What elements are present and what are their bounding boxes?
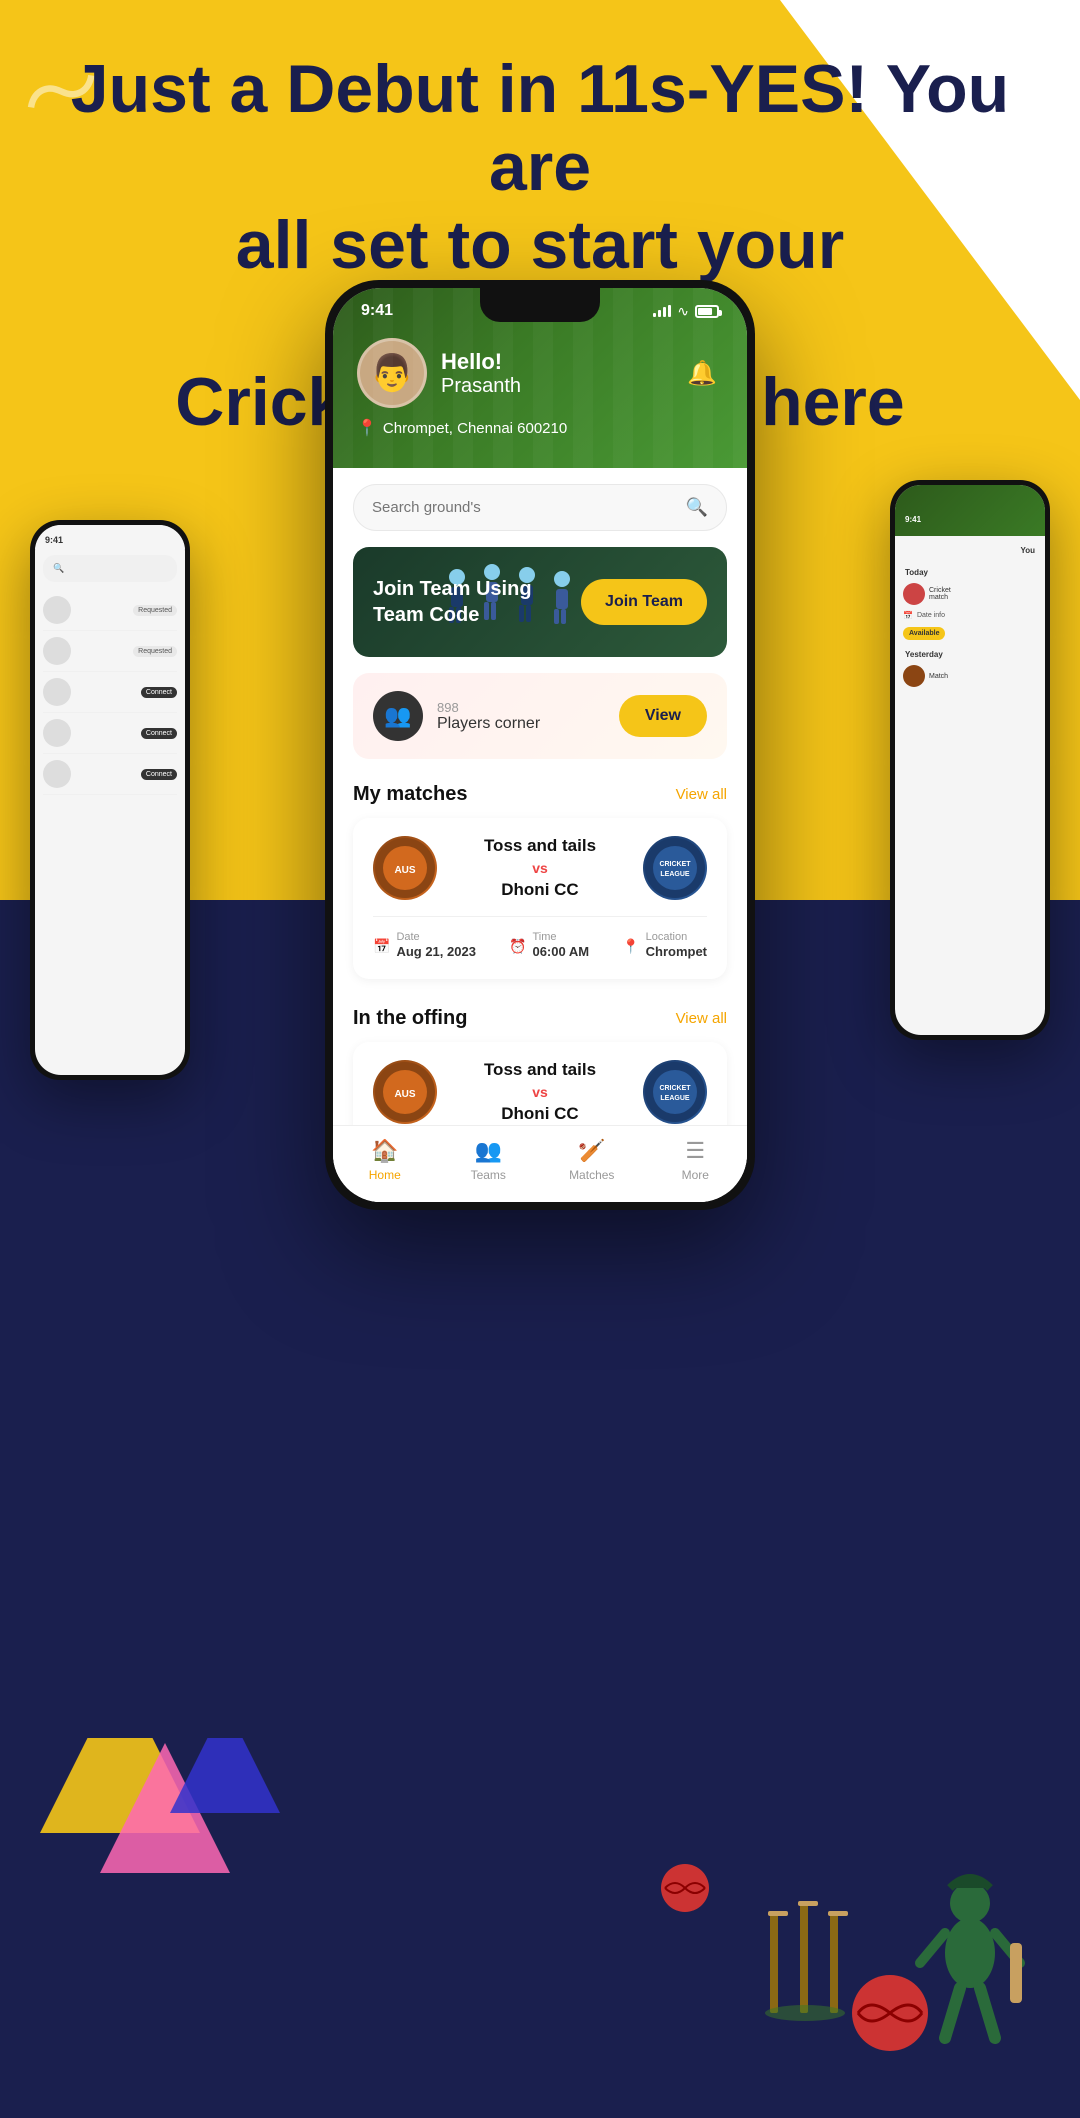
my-matches-title: My matches bbox=[353, 783, 468, 806]
team2-logo-2: CRICKET LEAGUE bbox=[643, 1060, 707, 1124]
search-input[interactable] bbox=[372, 499, 676, 516]
match-card-1[interactable]: AUS Toss and tails vs Dhoni CC bbox=[353, 818, 727, 979]
status-icons: ∿ bbox=[653, 303, 719, 320]
you-label: You bbox=[1020, 546, 1035, 555]
list-item: Connect bbox=[43, 672, 177, 713]
svg-text:LEAGUE: LEAGUE bbox=[660, 1095, 690, 1102]
connect-badge[interactable]: Connect bbox=[141, 728, 177, 739]
team2-name: Dhoni CC bbox=[484, 880, 596, 900]
wifi-icon: ∿ bbox=[677, 303, 689, 320]
available-btn[interactable]: Available bbox=[903, 627, 945, 640]
join-team-button[interactable]: Join Team bbox=[581, 579, 707, 625]
greeting-hello: Hello! bbox=[441, 349, 521, 375]
app-content[interactable]: 👨 Hello! Prasanth 🔔 📍 Chrompet, Chennai … bbox=[333, 288, 747, 1202]
list-item: Requested bbox=[43, 631, 177, 672]
bottom-navigation: 🏠 Home 👥 Teams 🏏 Matches ☰ More bbox=[333, 1125, 747, 1202]
nav-teams-label: Teams bbox=[471, 1168, 506, 1182]
players-corner-icon: 👥 bbox=[373, 691, 423, 741]
side-left-time: 9:41 bbox=[45, 535, 63, 545]
yesterday-label: Yesterday bbox=[895, 644, 1045, 661]
nav-matches[interactable]: 🏏 Matches bbox=[540, 1138, 644, 1182]
location-text: Chrompet, Chennai 600210 bbox=[383, 420, 567, 437]
vs-text: vs bbox=[484, 860, 596, 876]
cricket-stumps-icon bbox=[760, 1883, 850, 2028]
cricket-ball-icon bbox=[660, 1863, 710, 1918]
match-time: ⏰ Time 06:00 AM bbox=[509, 931, 589, 961]
notification-bell-icon[interactable]: 🔔 bbox=[681, 352, 723, 394]
nav-home-label: Home bbox=[369, 1168, 401, 1182]
svg-text:CRICKET: CRICKET bbox=[659, 861, 691, 868]
teams-icon: 👥 bbox=[475, 1138, 502, 1164]
today-label: Today bbox=[895, 562, 1045, 579]
side-match-row: Cricketmatch bbox=[895, 579, 1045, 609]
vs-text-2: vs bbox=[484, 1084, 596, 1100]
side-right-time: 9:41 bbox=[905, 515, 1035, 524]
main-phone: 9:41 ∿ bbox=[325, 280, 755, 1210]
nav-more[interactable]: ☰ More bbox=[644, 1138, 748, 1182]
nav-home[interactable]: 🏠 Home bbox=[333, 1138, 437, 1182]
team1-name: Toss and tails bbox=[484, 836, 596, 856]
match-location: 📍 Location Chrompet bbox=[622, 931, 707, 961]
side-match-row-2: Match bbox=[895, 661, 1045, 691]
svg-text:AUS: AUS bbox=[394, 1089, 415, 1100]
nav-matches-label: Matches bbox=[569, 1168, 614, 1182]
nav-teams[interactable]: 👥 Teams bbox=[437, 1138, 541, 1182]
svg-text:LEAGUE: LEAGUE bbox=[660, 871, 690, 878]
svg-text:AUS: AUS bbox=[394, 865, 415, 876]
in-the-offing-header: In the offing View all bbox=[333, 999, 747, 1042]
side-phone-right: 9:41 You Today Cricketmatch 📅 Date info … bbox=[890, 480, 1050, 1040]
location-row: 📍 Chrompet, Chennai 600210 bbox=[357, 418, 723, 438]
location-pin-icon: 📍 bbox=[357, 418, 377, 438]
requested-badge: Requested bbox=[133, 605, 177, 616]
side-phone-left: 9:41 🔍 Requested Requested Connect bbox=[30, 520, 190, 1080]
avatar: 👨 bbox=[357, 338, 427, 408]
list-item: Requested bbox=[43, 590, 177, 631]
match-details: 📅 Date Aug 21, 2023 ⏰ Time 06: bbox=[373, 916, 707, 961]
join-team-banner: Join Team UsingTeam Code bbox=[353, 547, 727, 657]
bottom-decorations bbox=[0, 1738, 1080, 2118]
more-icon: ☰ bbox=[685, 1138, 705, 1164]
in-the-offing-view-all[interactable]: View all bbox=[676, 1010, 727, 1027]
status-time: 9:41 bbox=[361, 302, 393, 320]
my-matches-header: My matches View all bbox=[333, 775, 747, 818]
home-icon: 🏠 bbox=[371, 1138, 398, 1164]
team2-logo: CRICKET LEAGUE bbox=[643, 836, 707, 900]
connect-badge[interactable]: Connect bbox=[141, 769, 177, 780]
nav-more-label: More bbox=[682, 1168, 709, 1182]
team1-logo-2: AUS bbox=[373, 1060, 437, 1124]
players-corner-view-button[interactable]: View bbox=[619, 695, 707, 737]
search-section: 🔍 bbox=[333, 468, 747, 547]
greeting-name: Prasanth bbox=[441, 375, 521, 398]
players-corner-label: Players corner bbox=[437, 715, 540, 733]
signal-icon bbox=[653, 305, 671, 317]
battery-icon bbox=[695, 305, 719, 318]
team2-name-2: Dhoni CC bbox=[484, 1104, 596, 1124]
list-item: Connect bbox=[43, 754, 177, 795]
svg-text:CRICKET: CRICKET bbox=[659, 1085, 691, 1092]
search-icon[interactable]: 🔍 bbox=[686, 497, 708, 518]
team1-logo: AUS bbox=[373, 836, 437, 900]
blue-triangle bbox=[170, 1738, 280, 1818]
team1-name-2: Toss and tails bbox=[484, 1060, 596, 1080]
players-count-number: 898 bbox=[437, 700, 540, 715]
list-item: Connect bbox=[43, 713, 177, 754]
cricket-ball-large bbox=[850, 1973, 930, 2058]
phone-notch bbox=[480, 288, 600, 322]
side-left-search: 🔍 bbox=[43, 555, 177, 582]
join-banner-text: Join Team UsingTeam Code bbox=[373, 576, 532, 628]
requested-badge: Requested bbox=[133, 646, 177, 657]
search-bar[interactable]: 🔍 bbox=[353, 484, 727, 531]
my-matches-view-all[interactable]: View all bbox=[676, 786, 727, 803]
players-corner-section: 👥 898 Players corner View bbox=[353, 673, 727, 759]
greeting: Hello! Prasanth bbox=[441, 349, 521, 398]
connect-badge[interactable]: Connect bbox=[141, 687, 177, 698]
side-date-row: 📅 Date info bbox=[895, 609, 1045, 622]
matches-icon: 🏏 bbox=[578, 1138, 605, 1164]
in-the-offing-title: In the offing bbox=[353, 1007, 467, 1030]
match-date: 📅 Date Aug 21, 2023 bbox=[373, 931, 476, 961]
